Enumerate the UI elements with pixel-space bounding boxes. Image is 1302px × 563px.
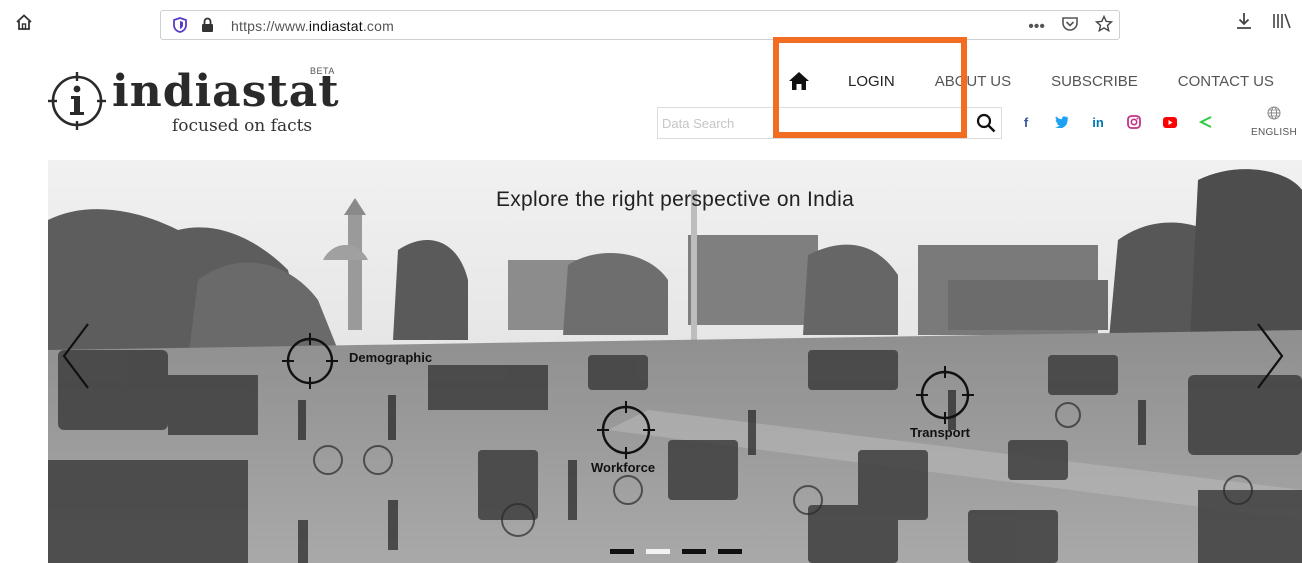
tracking-shield-icon[interactable]: [173, 17, 187, 33]
language-selector[interactable]: ENGLISH: [1246, 106, 1302, 138]
pocket-icon: [1062, 17, 1078, 31]
bookmark-star-button[interactable]: [1094, 14, 1114, 38]
youtube-icon[interactable]: [1162, 114, 1178, 130]
nav-about-link[interactable]: ABOUT US: [935, 73, 1011, 90]
beta-label: BETA: [310, 66, 335, 76]
logo-target-icon: [48, 72, 106, 130]
marker-demographic-label[interactable]: Demographic: [349, 350, 432, 365]
chevron-left-icon: [62, 323, 89, 389]
home-icon: [789, 72, 809, 90]
share-icon[interactable]: [1198, 114, 1214, 130]
hero-carousel: Explore the right perspective on India D…: [48, 160, 1302, 563]
address-bar[interactable]: https://www.indiastat.com •••: [160, 10, 1120, 40]
pocket-button[interactable]: [1061, 16, 1079, 37]
marker-transport[interactable]: [916, 366, 974, 429]
download-icon: [1237, 13, 1251, 29]
url-suffix: .com: [362, 18, 394, 34]
search-button[interactable]: [976, 113, 996, 138]
marker-workforce-label[interactable]: Workforce: [591, 460, 655, 475]
browser-toolbar: https://www.indiastat.com •••: [0, 0, 1302, 48]
top-navigation: LOGIN ABOUT US SUBSCRIBE CONTACT US: [786, 70, 1274, 92]
page-actions-button[interactable]: •••: [1028, 18, 1045, 36]
lock-icon[interactable]: [201, 17, 214, 33]
logo-tagline: focused on facts: [172, 116, 313, 136]
star-icon: [1094, 14, 1114, 33]
nav-home-link[interactable]: [786, 70, 812, 92]
home-icon: [16, 14, 32, 30]
instagram-icon[interactable]: [1126, 114, 1142, 130]
chevron-right-icon: [1257, 323, 1284, 389]
carousel-prev-button[interactable]: [58, 320, 94, 392]
marker-demographic[interactable]: [282, 333, 338, 394]
language-label: ENGLISH: [1250, 127, 1297, 138]
linkedin-icon[interactable]: in: [1090, 114, 1106, 130]
globe-icon: [1267, 106, 1281, 120]
street-scene-image: [48, 160, 1302, 563]
carousel-dot-2[interactable]: [646, 549, 670, 554]
library-icon: [1273, 13, 1291, 29]
indiastat-logo[interactable]: indiastat BETA focused on facts: [48, 64, 348, 144]
nav-login-link[interactable]: LOGIN: [848, 73, 895, 90]
crosshair-icon: [916, 366, 974, 424]
search-icon: [976, 113, 996, 133]
carousel-dot-3[interactable]: [682, 549, 706, 554]
url-domain: indiastat: [308, 18, 363, 34]
nav-contact-link[interactable]: CONTACT US: [1178, 73, 1274, 90]
url-actions: •••: [1028, 14, 1114, 38]
carousel-dot-4[interactable]: [718, 549, 742, 554]
marker-workforce[interactable]: [597, 401, 655, 464]
browser-home-button[interactable]: [12, 10, 36, 34]
crosshair-icon: [597, 401, 655, 459]
crosshair-icon: [282, 333, 338, 389]
logo-wordmark: indiastat: [112, 66, 340, 117]
carousel-next-button[interactable]: [1252, 320, 1288, 392]
downloads-button[interactable]: [1236, 12, 1252, 35]
carousel-dot-1[interactable]: [610, 549, 634, 554]
social-links: f in: [1018, 114, 1234, 130]
twitter-icon[interactable]: [1054, 114, 1070, 130]
data-search-box: [657, 107, 1002, 139]
carousel-indicators: [610, 549, 742, 554]
library-button[interactable]: [1272, 12, 1292, 34]
url-text: https://www.indiastat.com: [231, 18, 394, 34]
nav-subscribe-link[interactable]: SUBSCRIBE: [1051, 73, 1138, 90]
hero-title: Explore the right perspective on India: [495, 188, 855, 211]
facebook-icon[interactable]: f: [1018, 114, 1034, 130]
url-prefix: https://www.: [231, 18, 309, 34]
search-input[interactable]: [658, 108, 968, 138]
marker-transport-label[interactable]: Transport: [910, 425, 970, 440]
